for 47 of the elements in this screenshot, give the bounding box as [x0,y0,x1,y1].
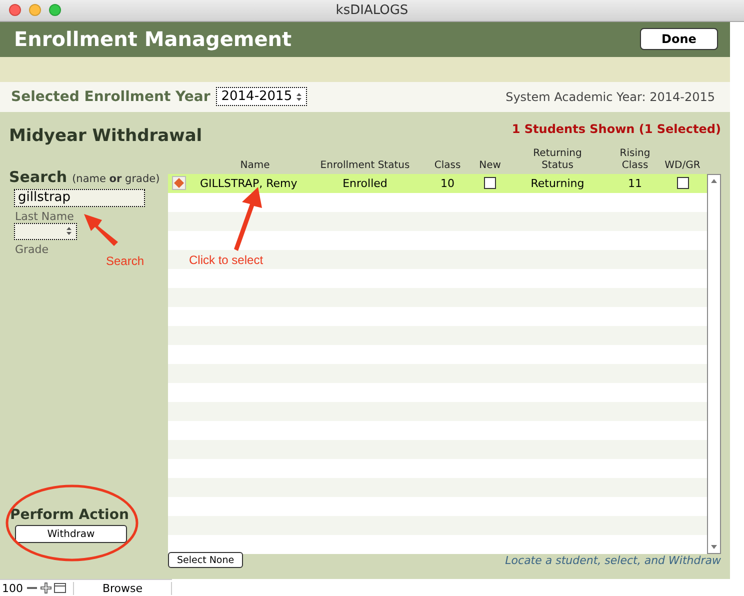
table-cell-text: 10 [440,176,456,190]
window-icon[interactable] [54,582,66,594]
diamond-icon[interactable] [172,176,186,190]
checkbox[interactable] [676,177,688,190]
field-label: Grade [15,242,49,256]
table-cell-text: 11 [627,176,643,190]
close-button[interactable] [9,4,21,16]
table-cell-text: GILLSTRAP, Remy [199,176,298,190]
zoom-level: 100 [1,582,24,594]
annotation-arrow [84,214,118,246]
year-label: Selected Enrollment Year [11,88,210,105]
annotation-text: Search [106,254,144,268]
field-label: Last Name [15,210,74,223]
column-header: Enrollment Status [320,160,410,172]
plus-icon[interactable] [40,582,52,594]
section-title: Midyear Withdrawal [9,126,202,148]
annotation-text: Click to select [189,253,264,267]
updown-icon [296,92,302,102]
done-button[interactable]: Done [640,28,718,50]
student-count: 1 Students Shown (1 Selected) [512,122,721,138]
window-title: ksDIALOGS [336,2,408,18]
page-title: Enrollment Management [14,27,292,52]
column-header: Rising Class [618,148,652,172]
mode-label: Browse [73,582,172,594]
last-name-field[interactable]: gillstrap [14,188,145,207]
column-header: New [479,160,501,172]
updown-icon [66,226,72,236]
year-select[interactable]: 2014-2015 [216,87,308,106]
checkbox[interactable] [484,177,496,190]
select-none-button[interactable]: Select None [168,552,244,568]
annotation-arrow [234,187,262,251]
grade-select[interactable] [14,222,77,240]
table-cell-text: Enrolled [342,176,388,190]
search-heading: Search [9,168,68,186]
withdraw-button[interactable]: Withdraw [15,525,127,544]
column-header: WD/GR [664,160,700,172]
scrollbar[interactable] [707,174,721,554]
system-year-text: System Academic Year: 2014-2015 [506,90,715,104]
table-cell-text: Returning [530,176,586,190]
search-hint: (name or grade) [72,172,160,185]
column-header: Returning Status [532,148,583,172]
column-header: Name [239,160,270,172]
instruction-text: Locate a student, select, and Withdraw [505,554,721,567]
zoom-button[interactable] [49,4,61,16]
action-heading: Perform Action [10,507,129,524]
table-row[interactable]: GILLSTRAP, Remy Enrolled 10 Returning 11 [168,174,707,193]
column-header: Class [434,160,461,172]
